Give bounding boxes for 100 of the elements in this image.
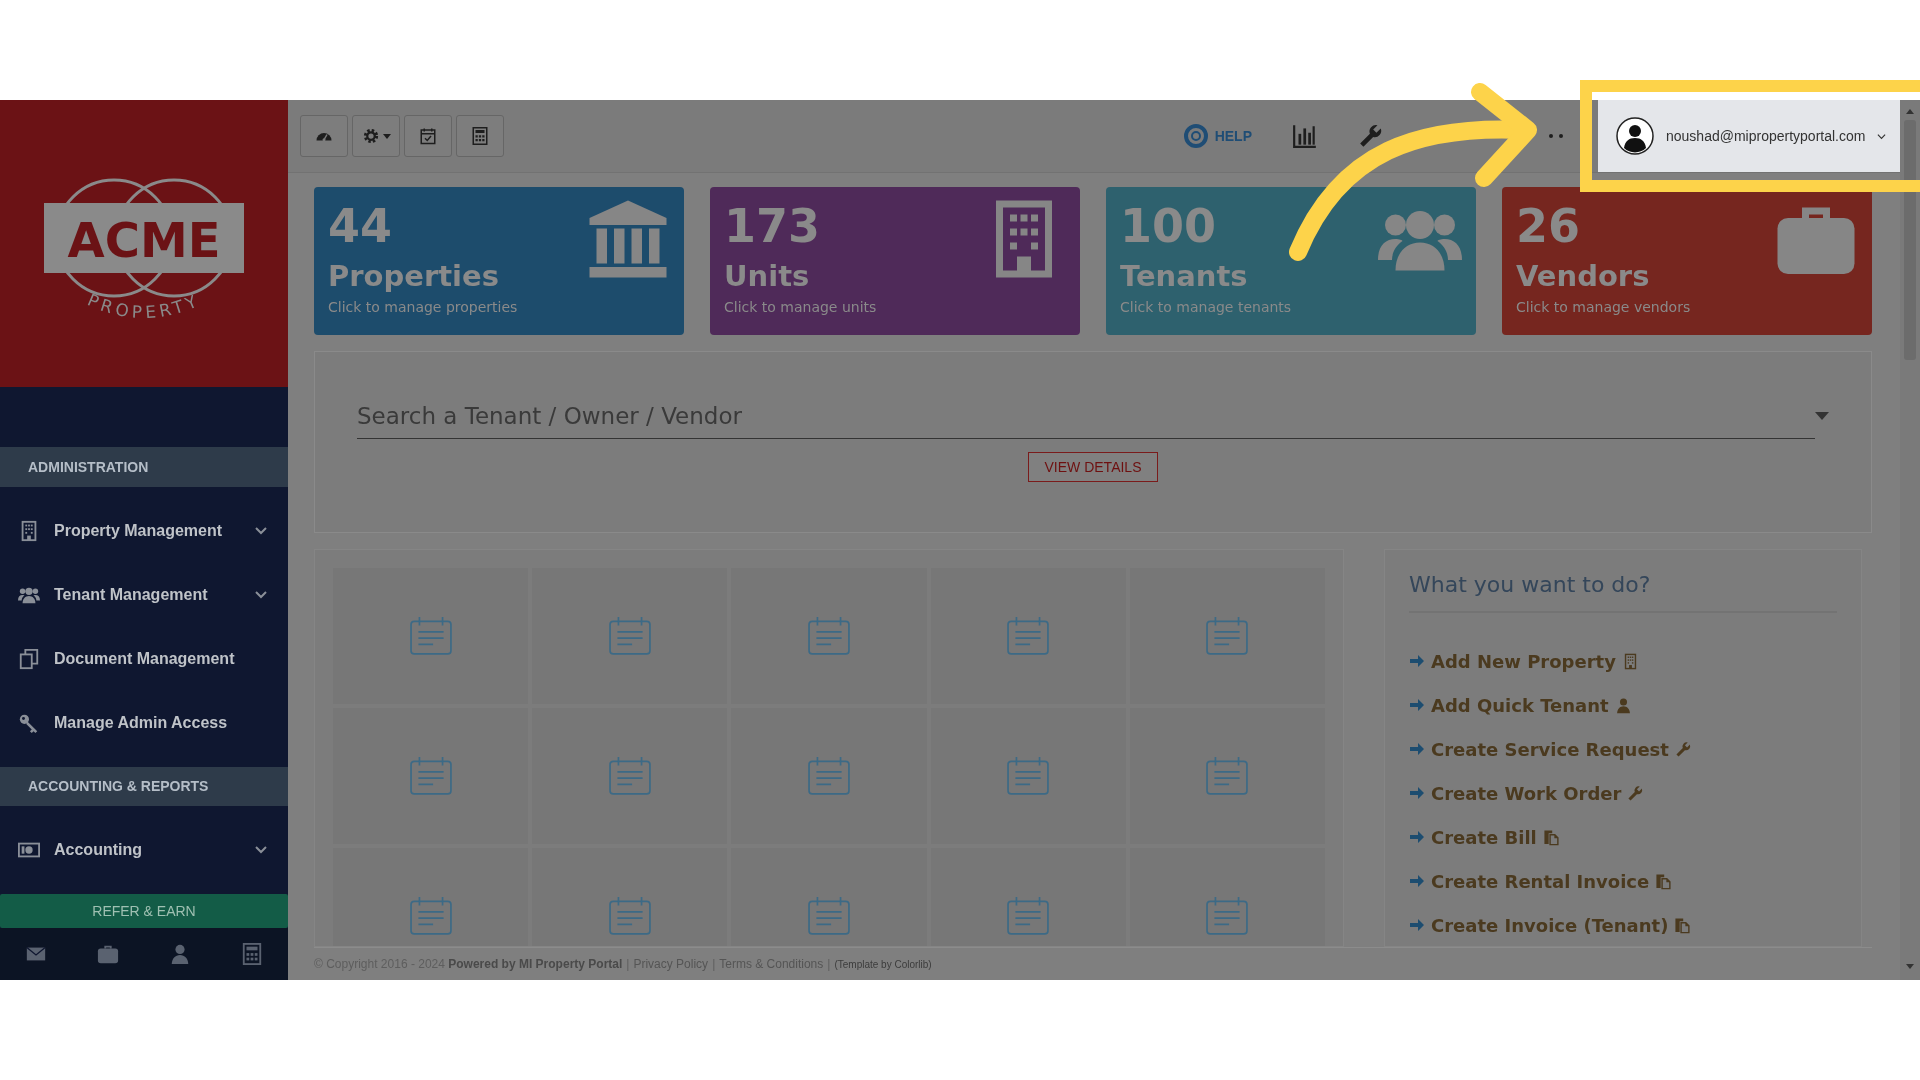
calculator-icon: [471, 127, 489, 145]
notepad-icon: [1206, 757, 1249, 795]
user-icon: [1614, 696, 1632, 714]
notepad-icon: [1206, 897, 1249, 935]
calculator-icon: [241, 943, 263, 966]
caret-icon: [382, 132, 391, 140]
tile[interactable]: [532, 568, 728, 704]
tile[interactable]: [930, 848, 1126, 946]
avatar-icon: [1616, 117, 1654, 155]
sidebar-item[interactable]: Property Management: [0, 498, 288, 563]
card-count: 44: [328, 198, 392, 255]
notepad-icon: [608, 617, 651, 655]
action-link[interactable]: Create Service Request: [1409, 727, 1837, 771]
card-count: 26: [1516, 198, 1580, 255]
action-link[interactable]: Create Invoice (Tenant): [1409, 903, 1837, 946]
notepad-icon: [1007, 897, 1050, 935]
notepad-icon: [1007, 617, 1050, 655]
search-field[interactable]: Search a Tenant / Owner / Vendor: [357, 393, 1815, 439]
section-header: ACCOUNTING & REPORTS: [0, 766, 288, 807]
card-title: Units: [724, 259, 810, 293]
card-count: 100: [1120, 198, 1217, 255]
notepad-icon: [808, 897, 850, 935]
action-link[interactable]: Create Work Order: [1409, 771, 1837, 815]
caret-icon: [1877, 131, 1887, 141]
action-link[interactable]: Create Rental Invoice: [1409, 859, 1837, 903]
sidebar-item[interactable]: Manage Admin Access: [0, 690, 288, 755]
tile[interactable]: [930, 708, 1126, 844]
calendar-check-icon: [419, 127, 437, 145]
tile[interactable]: [1129, 708, 1325, 844]
view-details-button[interactable]: VIEW DETAILS: [1027, 452, 1159, 482]
section-header: ADMINISTRATION: [0, 446, 288, 487]
sidebar-item[interactable]: Accounting: [0, 818, 288, 883]
copy-icon: [1542, 828, 1560, 846]
tile[interactable]: [930, 568, 1126, 704]
arrow-icon: [1409, 697, 1425, 713]
tile[interactable]: [333, 568, 529, 704]
notepad-icon: [409, 617, 452, 655]
toolbar-button[interactable]: [352, 115, 400, 157]
sidebar-item[interactable]: Tenant Management: [0, 562, 288, 627]
tile[interactable]: [731, 708, 927, 844]
card-count: 173: [724, 198, 821, 255]
tile[interactable]: [1129, 568, 1325, 704]
refer-button[interactable]: REFER & EARN: [0, 894, 288, 929]
card-subtitle: Click to manage properties: [328, 299, 518, 315]
arrow-icon: [1409, 785, 1425, 801]
lifebuoy-icon: [1182, 123, 1209, 149]
stat-card[interactable]: 26 Vendors Click to manage vendors: [1502, 187, 1872, 335]
gear-icon: [361, 127, 380, 145]
copy-icon: [1655, 872, 1673, 890]
user-icon: [169, 943, 191, 966]
wrench-icon: [1674, 740, 1692, 758]
bar-chart-icon[interactable]: [1292, 123, 1318, 149]
tile[interactable]: [333, 708, 529, 844]
documents-icon: [18, 647, 40, 670]
notepad-icon: [808, 617, 850, 655]
user-menu[interactable]: noushad@mipropertyportal.com: [1598, 100, 1900, 172]
notepad-icon: [1007, 757, 1050, 795]
separator: |: [712, 957, 716, 971]
card-title: Tenants: [1120, 259, 1248, 293]
wrench-icon: [1627, 784, 1645, 802]
tile[interactable]: [532, 848, 728, 946]
help-button[interactable]: HELP: [1176, 122, 1258, 150]
tile[interactable]: [1129, 848, 1325, 946]
toolbar-button[interactable]: [300, 115, 348, 157]
card-title: Vendors: [1516, 259, 1650, 293]
action-link[interactable]: Add New Property: [1409, 639, 1837, 683]
notepad-icon: [409, 897, 452, 935]
briefcase-icon: [97, 943, 119, 966]
sidebar-item[interactable]: Document Management: [0, 626, 288, 691]
logo: ACME PROPERTY: [34, 153, 254, 334]
tile[interactable]: [532, 708, 728, 844]
notepad-icon: [409, 757, 452, 795]
wrench-icon[interactable]: [1358, 123, 1384, 149]
tile[interactable]: [333, 848, 529, 946]
toolbar-button[interactable]: [404, 115, 452, 157]
action-link[interactable]: Create Bill: [1409, 815, 1837, 859]
notepad-icon: [808, 757, 850, 795]
more-icon[interactable]: [1548, 133, 1564, 139]
stat-card[interactable]: 173 Units Click to manage units: [710, 187, 1080, 335]
card-title: Properties: [328, 259, 499, 293]
credit-text: (Template by Colorlib): [834, 958, 932, 970]
card-subtitle: Click to manage units: [724, 299, 877, 315]
action-link[interactable]: Add Quick Tenant: [1409, 683, 1837, 727]
arrow-icon: [1409, 741, 1425, 757]
tile[interactable]: [731, 848, 927, 946]
panel-title: What you want to do?: [1409, 564, 1837, 613]
tile[interactable]: [731, 568, 927, 704]
arrow-icon: [1409, 873, 1425, 889]
card-subtitle: Click to manage tenants: [1120, 299, 1292, 315]
notepad-icon: [608, 897, 651, 935]
arrow-icon: [1409, 917, 1425, 933]
card-subtitle: Click to manage vendors: [1516, 299, 1691, 315]
separator: |: [827, 957, 831, 971]
arrow-icon: [1409, 829, 1425, 845]
notepad-icon: [1206, 617, 1249, 655]
arrow-icon: [1409, 653, 1425, 669]
stat-card[interactable]: 100 Tenants Click to manage tenants: [1106, 187, 1476, 335]
toolbar-button[interactable]: [456, 115, 504, 157]
dropdown-caret-icon[interactable]: [1815, 411, 1829, 421]
stat-card[interactable]: 44 Properties Click to manage properties: [314, 187, 684, 335]
